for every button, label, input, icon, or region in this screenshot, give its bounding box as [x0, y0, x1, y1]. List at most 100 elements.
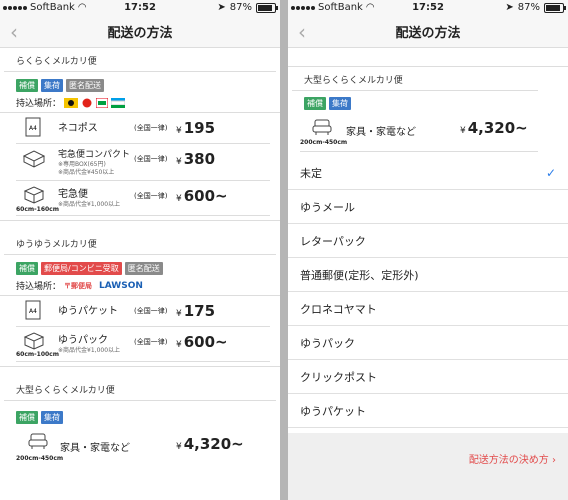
back-chevron-icon[interactable]: ‹	[10, 20, 18, 44]
flat-rate-label: (全国一律)	[134, 192, 168, 200]
badge-pickup: 集荷	[41, 411, 63, 424]
option-name: 家具・家電など	[346, 127, 416, 138]
option-large-furniture[interactable]: 200cm-450cm 家具・家電など ¥4,320~	[16, 427, 270, 467]
location-icon: ➤	[217, 2, 226, 13]
badge-insurance: 補償	[16, 79, 38, 92]
sofa-icon	[312, 119, 332, 135]
choice-label: 未定	[300, 166, 322, 180]
option-price: ¥600~	[176, 187, 228, 205]
section-title-rakuraku: らくらくメルカリ便	[4, 48, 276, 72]
svg-text:A4: A4	[29, 125, 37, 132]
choice-label: ゆうパック	[300, 336, 355, 350]
section-title-large: 大型らくらくメルカリ便	[4, 377, 276, 401]
option-takkyubin[interactable]: 60cm-160cm 宅急便 ※商品代金¥1,000以上 (全国一律) ¥600…	[16, 181, 270, 216]
option-large-furniture[interactable]: 200cm-450cm 家具・家電など ¥4,320~	[300, 113, 538, 152]
box-icon	[23, 332, 45, 350]
choice-undecided[interactable]: 未定 ✓	[288, 156, 568, 190]
choice-label: レターパック	[300, 234, 366, 248]
badge-anonymous: 匿名配送	[66, 79, 104, 92]
option-price: ¥600~	[176, 333, 228, 351]
status-right: ➤ 87%	[505, 2, 566, 13]
choice-label: クリックポスト	[300, 370, 377, 384]
flat-rate-label: (全国一律)	[134, 155, 168, 163]
nav-bar: ‹ 配送の方法	[0, 16, 280, 48]
a4-envelope-icon: A4	[25, 300, 41, 320]
sunkus-logo-icon	[96, 97, 109, 108]
option-price: ¥4,320~	[460, 119, 528, 137]
badges-yuyu: 補償 郵便局/コンビニ受取 匿名配送	[0, 259, 280, 278]
option-yupack[interactable]: 60cm-100cm ゆうパック ※商品代金¥1,000以上 (全国一律) ¥6…	[16, 327, 270, 362]
choice-yu-mail[interactable]: ゆうメール	[288, 190, 568, 224]
how-to-choose-link[interactable]: 配送方法の決め方 ›	[469, 451, 556, 466]
size-range: 200cm-450cm	[300, 139, 348, 146]
option-takkyubin-compact[interactable]: 宅急便コンパクト ※専用BOX(65円) ※商品代金¥450以上 (全国一律) …	[16, 144, 270, 181]
badge-insurance: 補償	[16, 262, 38, 275]
svg-text:A4: A4	[29, 308, 37, 315]
yamato-logo-icon	[64, 97, 79, 108]
choice-yupacket[interactable]: ゆうパケット	[288, 394, 568, 428]
right-screen: SoftBank ◠ 17:52 ➤ 87% ‹ 配送の方法 大型らくらくメルカ…	[288, 0, 568, 500]
dropoff-locations: 持込場所：	[0, 95, 280, 112]
choice-letterpack[interactable]: レターパック	[288, 224, 568, 258]
nav-bar: ‹ 配送の方法	[288, 16, 568, 48]
option-price: ¥4,320~	[176, 435, 244, 453]
status-bar: SoftBank ◠ 17:52 ➤ 87%	[288, 0, 568, 16]
dropoff-label: 持込場所：	[16, 282, 62, 292]
choice-kuroneko-yamato[interactable]: クロネコヤマト	[288, 292, 568, 326]
choice-label: クロネコヤマト	[300, 302, 377, 316]
status-right: ➤ 87%	[217, 2, 278, 13]
checkmark-icon: ✓	[545, 165, 556, 180]
page-title: 配送の方法	[107, 26, 173, 41]
badge-pickup: 集荷	[329, 97, 351, 110]
badge-insurance: 補償	[304, 97, 326, 110]
dropoff-label: 持込場所：	[16, 99, 62, 109]
post-office-logo-icon: 〒 郵便局	[64, 281, 93, 290]
battery-icon	[544, 2, 566, 13]
option-name: 家具・家電など	[60, 443, 130, 454]
footer: 配送方法の決め方 ›	[288, 433, 568, 500]
option-name: ネコポス	[58, 123, 98, 134]
dropoff-locations: 持込場所： 〒 郵便局 LAWSON	[0, 278, 280, 295]
option-price: ¥380	[176, 150, 216, 168]
size-range: 60cm-160cm	[16, 206, 59, 213]
battery-percent: 87%	[517, 2, 540, 13]
back-chevron-icon[interactable]: ‹	[298, 20, 306, 44]
choice-yupack[interactable]: ゆうパック	[288, 326, 568, 360]
badge-post-office-pickup: 郵便局/コンビニ受取	[41, 262, 122, 275]
section-title-yuyu: ゆうゆうメルカリ便	[4, 231, 276, 255]
choice-click-post[interactable]: クリックポスト	[288, 360, 568, 394]
size-range: 200cm-450cm	[16, 455, 64, 462]
badges-rakuraku: 補償 集荷 匿名配送	[0, 76, 280, 95]
size-range: 60cm-100cm	[16, 351, 59, 358]
flat-rate-label: (全国一律)	[134, 338, 168, 346]
flat-rate-label: (全国一律)	[134, 307, 168, 315]
option-price: ¥195	[176, 119, 216, 137]
choice-label: 普通郵便(定形、定形外)	[300, 268, 419, 282]
box-icon	[22, 150, 46, 168]
lawson-logo: LAWSON	[99, 280, 143, 291]
left-screen: SoftBank ◠ 17:52 ➤ 87% ‹ 配送の方法 らくらくメルカリ便…	[0, 0, 280, 500]
battery-percent: 87%	[229, 2, 252, 13]
page-title: 配送の方法	[395, 26, 461, 41]
box-icon	[23, 186, 45, 204]
flat-rate-label: (全国一律)	[134, 124, 168, 132]
option-name: 宅急便	[58, 189, 88, 200]
status-bar: SoftBank ◠ 17:52 ➤ 87%	[0, 0, 280, 16]
familymart-logo-icon	[111, 97, 126, 108]
choice-label: ゆうメール	[300, 200, 355, 214]
option-name: ゆうパケット	[58, 306, 118, 317]
location-icon: ➤	[505, 2, 514, 13]
option-nekopos[interactable]: A4 ネコポス (全国一律) ¥195	[16, 113, 270, 144]
choice-regular-mail[interactable]: 普通郵便(定形、定形外)	[288, 258, 568, 292]
circle-k-logo-icon	[81, 98, 93, 108]
section-title-large: 大型らくらくメルカリ便	[292, 67, 538, 91]
badge-pickup: 集荷	[41, 79, 63, 92]
badges-large: 補償 集荷	[0, 405, 280, 427]
a4-envelope-icon: A4	[25, 117, 41, 137]
option-yupacket[interactable]: A4 ゆうパケット (全国一律) ¥175	[16, 296, 270, 327]
badge-insurance: 補償	[16, 411, 38, 424]
badges-large: 補償 集荷	[288, 95, 568, 113]
option-price: ¥175	[176, 302, 216, 320]
badge-anonymous: 匿名配送	[124, 262, 163, 275]
option-note: ※商品代金¥1,000以上	[58, 201, 121, 208]
